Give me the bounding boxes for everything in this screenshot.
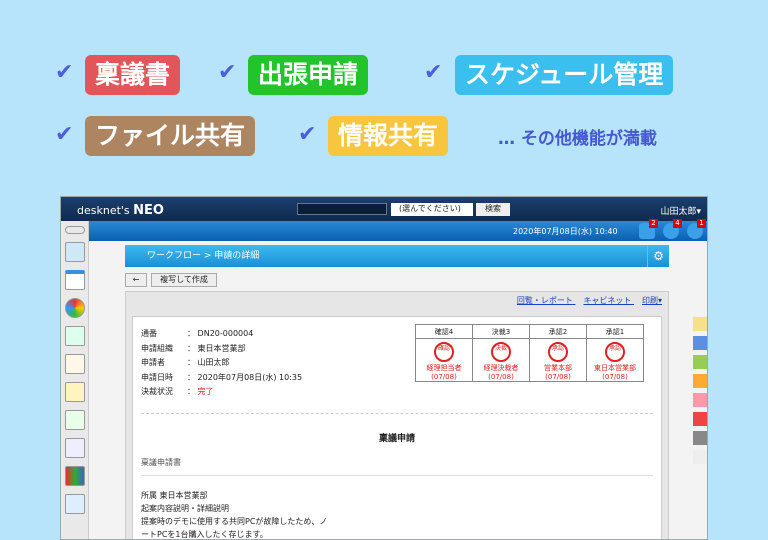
approval-date: (07/08) — [431, 373, 457, 381]
value: 東日本営業部 — [197, 343, 246, 353]
tag-schedule: スケジュール管理 — [455, 55, 674, 95]
tab[interactable] — [693, 393, 707, 407]
approval-table: 確認4 決裁3 承認2 承認1 確認 経理担当者 (07/08) 決裁 経理決裁者 (07/0… — [415, 324, 644, 382]
breadcrumb: ワークフロー > 申請の詳細 — [125, 245, 669, 267]
value: 山田太郎 — [197, 358, 230, 367]
chart-icon[interactable] — [64, 326, 85, 346]
approval-date: (07/08) — [488, 373, 514, 381]
text-line: ートPCを1台購入したく存じます。 — [141, 530, 268, 539]
cabinet-link[interactable]: キャビネット — [583, 296, 631, 305]
copy-create-button[interactable]: 複写して作成 — [151, 273, 217, 287]
badge: 2 — [649, 219, 658, 228]
dept: 所属 東日本営業部 — [141, 491, 208, 500]
approval-header: 決裁3 — [472, 324, 530, 339]
more-features: … その他機能が満載 — [498, 129, 657, 149]
text-line: 提案時のデモに使用する共同PCが故障したため、ノ — [141, 517, 328, 526]
user-icon[interactable] — [64, 494, 85, 514]
sidebar — [61, 221, 89, 539]
tag-file: ファイル共有 — [85, 116, 256, 156]
doc-subtitle: 稟議申請書 — [141, 458, 181, 467]
label: 申請日時 — [141, 372, 173, 382]
approver: 経理決裁者 — [483, 364, 519, 372]
check-icon: ✔ — [424, 60, 443, 85]
approval-date: (07/08) — [545, 373, 571, 381]
logo: desknet's NEO — [77, 203, 164, 218]
badge: 1 — [697, 219, 706, 228]
approval-date: (07/08) — [602, 373, 628, 381]
right-tabs — [693, 317, 707, 469]
tab[interactable] — [693, 336, 707, 350]
label: 申請組織 — [141, 343, 173, 353]
label: 申請者 — [141, 358, 165, 367]
calendar-icon[interactable] — [64, 270, 85, 290]
tab[interactable] — [693, 317, 707, 331]
tag-ringi: 稟議書 — [85, 55, 181, 95]
gear-icon[interactable]: ⚙ — [647, 245, 669, 267]
request-info: 通番： DN20-000004 申請組織： 東日本営業部 申請者： 山田太郎 申… — [141, 327, 302, 400]
divider — [141, 475, 653, 476]
check-icon: ✔ — [55, 60, 74, 85]
stamp: 決裁 — [491, 342, 511, 362]
note-icon[interactable] — [64, 382, 85, 402]
tab[interactable] — [693, 374, 707, 388]
label: 通番 — [141, 329, 157, 338]
workflow-icon[interactable] — [64, 410, 85, 430]
info-band: 2020年07月08日(水) 10:40 2 4 1 — [61, 219, 707, 241]
back-button[interactable]: ← — [125, 273, 147, 287]
approval-header: 承認1 — [586, 324, 644, 339]
approver: 営業本部 — [544, 364, 572, 372]
approval-header: 確認4 — [415, 324, 473, 339]
tab[interactable] — [693, 450, 707, 464]
tag-travel: 出張申請 — [248, 55, 369, 95]
apps-icon[interactable] — [64, 298, 85, 318]
logo-text: desknet's — [77, 204, 130, 217]
status-value: 完了 — [197, 387, 214, 396]
stamp: 確認 — [434, 342, 454, 362]
doc-title: 稟議申請 — [378, 434, 415, 444]
request-card: 通番： DN20-000004 申請組織： 東日本営業部 申請者： 山田太郎 申… — [132, 316, 662, 539]
stamp: 承認 — [548, 342, 568, 362]
value: DN20-000004 — [197, 329, 254, 338]
user-menu[interactable]: 山田太郎▾ — [660, 204, 701, 217]
doc-body: 所属 東日本営業部 起案内容説明・詳細説明 提案時のデモに使用する共同PCが故障… — [141, 489, 328, 539]
tab[interactable] — [693, 355, 707, 369]
toolbar: 回覧・レポート キャビネット 印刷▾ — [509, 295, 662, 306]
search-input[interactable] — [297, 203, 387, 215]
detail-panel: 回覧・レポート キャビネット 印刷▾ 通番： DN20-000004 申請組織：… — [125, 291, 669, 539]
label: 決裁状況 — [141, 387, 173, 396]
approval-header: 承認2 — [529, 324, 587, 339]
cabinet-icon[interactable] — [64, 466, 85, 486]
approver: 東日本営業部 — [594, 364, 636, 372]
check-icon: ✔ — [298, 122, 317, 147]
datetime: 2020年07月08日(水) 10:40 — [513, 227, 618, 236]
document-icon[interactable] — [64, 438, 85, 458]
approver: 経理担当者 — [426, 364, 462, 372]
field-label: 起案内容説明・詳細説明 — [141, 504, 229, 513]
tab[interactable] — [693, 412, 707, 426]
memo-icon[interactable] — [64, 354, 85, 374]
divider — [141, 413, 653, 414]
check-icon: ✔ — [55, 122, 74, 147]
badge: 4 — [673, 219, 682, 228]
stamp: 承認 — [605, 342, 625, 362]
header: desknet's NEO (選んでください) 検索 山田太郎▾ — [61, 197, 707, 221]
app-window: desknet's NEO (選んでください) 検索 山田太郎▾ 2020年07… — [60, 196, 708, 540]
tag-info: 情報共有 — [328, 116, 449, 156]
report-link[interactable]: 回覧・レポート — [517, 296, 573, 305]
search-select[interactable]: (選んでください) — [391, 203, 473, 216]
toggle-icon[interactable] — [64, 226, 85, 234]
portal-icon[interactable] — [64, 242, 85, 262]
check-icon: ✔ — [218, 60, 237, 85]
search-button[interactable]: 検索 — [476, 203, 510, 216]
tab[interactable] — [693, 431, 707, 445]
print-link[interactable]: 印刷▾ — [642, 296, 662, 305]
value: 2020年07月08日(水) 10:35 — [197, 372, 303, 382]
logo-bold: NEO — [133, 203, 164, 218]
